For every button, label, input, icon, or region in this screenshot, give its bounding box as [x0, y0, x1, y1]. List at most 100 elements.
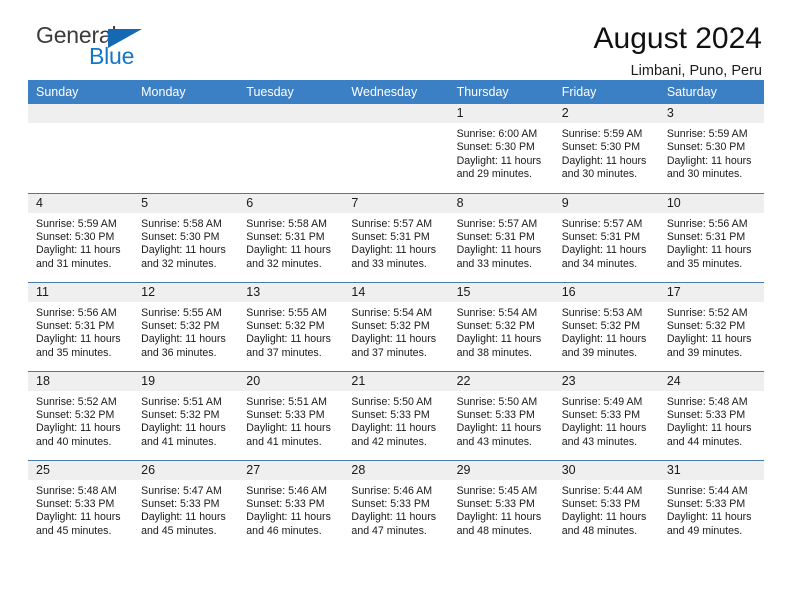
calendar-day-cell[interactable]: 29 Sunrise: 5:45 AM Sunset: 5:33 PM Dayligh… [448, 459, 554, 549]
daylight-text-line1: Daylight: 11 hours [141, 511, 226, 524]
calendar-day-cell[interactable]: 9 Sunrise: 5:57 AM Sunset: 5:31 PM Daylight… [553, 192, 659, 282]
daylight-text-line2: and 39 minutes. [561, 346, 638, 359]
calendar-day-cell[interactable]: 6 Sunrise: 5:58 AM Sunset: 5:31 PM Daylight… [238, 192, 344, 282]
daylight-text-line1: Daylight: 11 hours [141, 244, 226, 257]
calendar-cell-empty [343, 104, 449, 193]
calendar-day-cell[interactable]: 16 Sunrise: 5:53 AM Sunset: 5:32 PM Dayligh… [553, 281, 659, 371]
sunset-text: Sunset: 5:33 PM [561, 497, 641, 510]
calendar-day-cell[interactable]: 4 Sunrise: 5:59 AM Sunset: 5:30 PM Daylight… [28, 192, 134, 282]
calendar-day-cell[interactable]: 2 Sunrise: 5:59 AM Sunset: 5:30 PM Daylight… [553, 104, 659, 193]
day-number: 30 [553, 460, 659, 480]
calendar-day-cell[interactable]: 25 Sunrise: 5:48 AM Sunset: 5:33 PM Dayligh… [28, 459, 134, 549]
calendar-day-cell[interactable]: 12 Sunrise: 5:55 AM Sunset: 5:32 PM Dayligh… [133, 281, 239, 371]
calendar-day-cell[interactable]: 24 Sunrise: 5:48 AM Sunset: 5:33 PM Dayligh… [658, 370, 764, 460]
sunrise-text: Sunrise: 5:46 AM [246, 484, 327, 497]
calendar-day-cell[interactable]: 13 Sunrise: 5:55 AM Sunset: 5:32 PM Dayligh… [238, 281, 344, 371]
calendar-day-cell[interactable]: 8 Sunrise: 5:57 AM Sunset: 5:31 PM Daylight… [448, 192, 554, 282]
calendar-day-cell[interactable]: 10 Sunrise: 5:56 AM Sunset: 5:31 PM Dayligh… [658, 192, 764, 282]
daylight-text-line2: and 47 minutes. [351, 524, 427, 537]
calendar-body: 1 Sunrise: 6:00 AM Sunset: 5:30 PM Daylight… [28, 104, 764, 549]
day-number-empty [133, 104, 239, 123]
day-number: 2 [553, 104, 659, 123]
calendar-day-cell[interactable]: 15 Sunrise: 5:54 AM Sunset: 5:32 PM Dayligh… [448, 281, 554, 371]
sunrise-text: Sunrise: 5:56 AM [666, 217, 748, 230]
calendar-day-cell[interactable]: 27 Sunrise: 5:46 AM Sunset: 5:33 PM Dayligh… [238, 459, 344, 549]
sunset-text: Sunset: 5:32 PM [141, 408, 220, 421]
general-blue-logo[interactable]: General Blue [28, 22, 178, 74]
day-details: Sunrise: 5:46 AM Sunset: 5:33 PM Daylight:… [238, 480, 343, 539]
sunset-text: Sunset: 5:30 PM [666, 141, 746, 154]
day-details: Sunrise: 5:44 AM Sunset: 5:33 PM Daylight:… [659, 480, 764, 539]
calendar-week-row: 18 Sunrise: 5:52 AM Sunset: 5:32 PM Dayligh… [28, 370, 764, 460]
day-details: Sunrise: 5:47 AM Sunset: 5:33 PM Daylight:… [133, 480, 238, 539]
daylight-text-line1: Daylight: 11 hours [36, 244, 121, 257]
daylight-text-line2: and 30 minutes. [561, 168, 638, 181]
calendar-cell-empty [133, 104, 239, 193]
calendar-day-cell[interactable]: 28 Sunrise: 5:46 AM Sunset: 5:33 PM Dayligh… [343, 459, 449, 549]
calendar-day-cell[interactable]: 1 Sunrise: 6:00 AM Sunset: 5:30 PM Daylight… [448, 104, 554, 193]
calendar-day-cell[interactable]: 18 Sunrise: 5:52 AM Sunset: 5:32 PM Dayligh… [28, 370, 134, 460]
daylight-text-line1: Daylight: 11 hours [141, 422, 226, 435]
daylight-text-line1: Daylight: 11 hours [666, 333, 752, 346]
sunrise-text: Sunrise: 5:52 AM [666, 306, 748, 319]
sunset-text: Sunset: 5:32 PM [666, 319, 746, 332]
calendar-day-cell[interactable]: 7 Sunrise: 5:57 AM Sunset: 5:31 PM Daylight… [343, 192, 449, 282]
sunrise-text: Sunrise: 5:57 AM [561, 217, 643, 230]
calendar-day-cell[interactable]: 3 Sunrise: 5:59 AM Sunset: 5:30 PM Daylight… [658, 104, 764, 193]
daylight-text-line1: Daylight: 11 hours [36, 333, 121, 346]
day-details: Sunrise: 6:00 AM Sunset: 5:30 PM Daylight:… [449, 123, 554, 182]
day-number: 27 [238, 460, 344, 480]
page-header: General Blue August 2024 Limbani, Puno, … [28, 0, 764, 79]
calendar-day-cell[interactable]: 30 Sunrise: 5:44 AM Sunset: 5:33 PM Dayligh… [553, 459, 659, 549]
day-number: 11 [28, 282, 134, 302]
sunset-text: Sunset: 5:30 PM [141, 230, 220, 243]
calendar-week-row: 4 Sunrise: 5:59 AM Sunset: 5:30 PM Daylight… [28, 192, 764, 282]
sunrise-text: Sunrise: 5:54 AM [456, 306, 538, 319]
daylight-text-line2: and 35 minutes. [666, 257, 743, 270]
calendar-day-cell[interactable]: 17 Sunrise: 5:52 AM Sunset: 5:32 PM Dayligh… [658, 281, 764, 371]
sunset-text: Sunset: 5:33 PM [456, 408, 535, 421]
daylight-text-line1: Daylight: 11 hours [246, 333, 331, 346]
sunrise-text: Sunrise: 5:57 AM [351, 217, 433, 230]
sunset-text: Sunset: 5:30 PM [36, 230, 115, 243]
daylight-text-line1: Daylight: 11 hours [141, 333, 226, 346]
calendar-day-cell[interactable]: 11 Sunrise: 5:56 AM Sunset: 5:31 PM Dayligh… [28, 281, 134, 371]
day-details: Sunrise: 5:59 AM Sunset: 5:30 PM Daylight:… [28, 213, 133, 272]
day-number: 26 [133, 460, 239, 480]
sunset-text: Sunset: 5:33 PM [561, 408, 641, 421]
calendar-day-cell[interactable]: 26 Sunrise: 5:47 AM Sunset: 5:33 PM Dayligh… [133, 459, 239, 549]
calendar-cell-empty [28, 104, 134, 193]
weekday-header-thursday: Thursday [448, 80, 554, 104]
day-number-empty [28, 104, 134, 123]
daylight-text-line2: and 32 minutes. [141, 257, 217, 270]
day-number: 18 [28, 371, 134, 391]
calendar-day-cell[interactable]: 21 Sunrise: 5:50 AM Sunset: 5:33 PM Dayligh… [343, 370, 449, 460]
daylight-text-line2: and 42 minutes. [351, 435, 427, 448]
sunrise-text: Sunrise: 5:52 AM [36, 395, 117, 408]
sunrise-text: Sunrise: 5:49 AM [561, 395, 643, 408]
day-number: 22 [448, 371, 554, 391]
sunrise-text: Sunrise: 5:57 AM [456, 217, 538, 230]
day-number: 4 [28, 193, 134, 213]
sunrise-text: Sunrise: 5:50 AM [456, 395, 538, 408]
daylight-text-line2: and 44 minutes. [666, 435, 743, 448]
calendar-day-cell[interactable]: 14 Sunrise: 5:54 AM Sunset: 5:32 PM Dayligh… [343, 281, 449, 371]
day-details: Sunrise: 5:44 AM Sunset: 5:33 PM Daylight:… [554, 480, 659, 539]
sunset-text: Sunset: 5:33 PM [666, 497, 746, 510]
sunset-text: Sunset: 5:31 PM [246, 230, 325, 243]
calendar-week-row: 25 Sunrise: 5:48 AM Sunset: 5:33 PM Dayligh… [28, 459, 764, 549]
calendar-day-cell[interactable]: 23 Sunrise: 5:49 AM Sunset: 5:33 PM Dayligh… [553, 370, 659, 460]
calendar-day-cell[interactable]: 20 Sunrise: 5:51 AM Sunset: 5:33 PM Dayligh… [238, 370, 344, 460]
calendar-day-cell[interactable]: 22 Sunrise: 5:50 AM Sunset: 5:33 PM Dayligh… [448, 370, 554, 460]
sunrise-text: Sunrise: 5:45 AM [456, 484, 538, 497]
day-number: 29 [448, 460, 554, 480]
sunset-text: Sunset: 5:33 PM [141, 497, 220, 510]
sunrise-text: Sunrise: 5:58 AM [246, 217, 327, 230]
sunrise-text: Sunrise: 5:58 AM [141, 217, 222, 230]
sunset-text: Sunset: 5:33 PM [351, 497, 430, 510]
sunrise-text: Sunrise: 5:59 AM [666, 128, 748, 140]
calendar-day-cell[interactable]: 19 Sunrise: 5:51 AM Sunset: 5:32 PM Dayligh… [133, 370, 239, 460]
weekday-header-tuesday: Tuesday [238, 80, 344, 104]
calendar-day-cell[interactable]: 31 Sunrise: 5:44 AM Sunset: 5:33 PM Dayligh… [658, 459, 764, 549]
calendar-day-cell[interactable]: 5 Sunrise: 5:58 AM Sunset: 5:30 PM Daylight… [133, 192, 239, 282]
